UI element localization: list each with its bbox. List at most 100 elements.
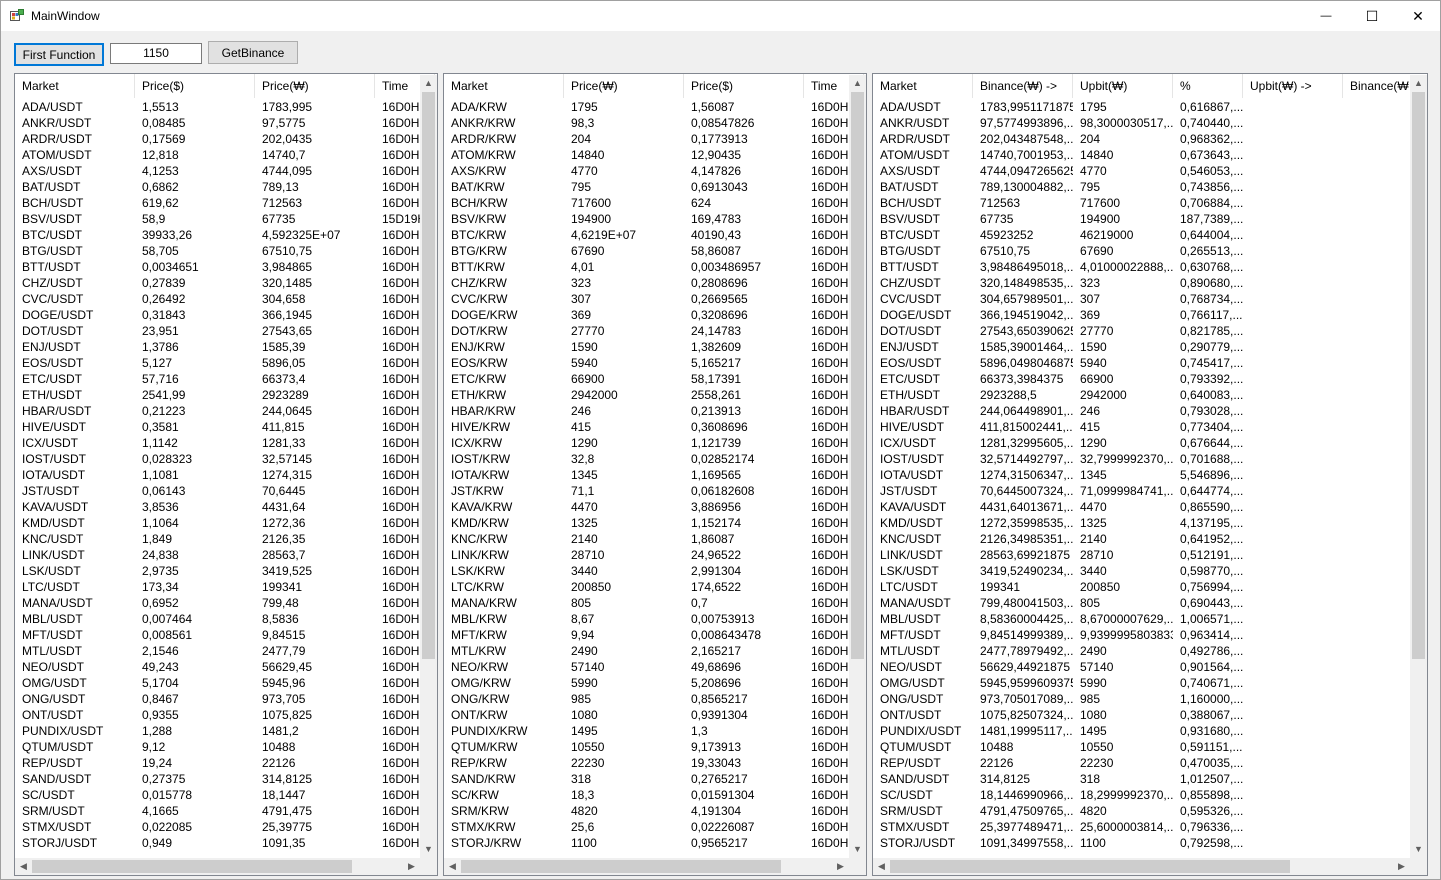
vertical-scrollbar[interactable]: ▲ ▼ [420,75,437,858]
table-cell [1243,243,1343,259]
get-binance-button[interactable]: GetBinance [208,41,298,64]
table-cell: KNC/USDT [22,532,84,546]
scroll-up-icon[interactable]: ▲ [420,75,437,92]
column-header[interactable]: Upbit(₩) -> [1243,74,1343,98]
table-cell: 202,0435 [262,132,313,146]
scroll-right-icon[interactable]: ▶ [403,858,420,875]
scroll-left-icon[interactable]: ◀ [15,858,32,875]
close-button[interactable]: ✕ [1395,1,1441,31]
table-cell: 12,90435 [691,148,742,162]
table-cell: BCH/USDT [22,196,84,210]
column-header[interactable]: % [1173,74,1243,98]
table-cell: 2,9735 [142,564,179,578]
horizontal-scrollbar[interactable]: ◀ ▶ [444,858,849,875]
table-cell: 5,546896,... [1180,468,1243,482]
table-cell: 0,821785,... [1180,324,1243,338]
title-bar[interactable]: MainWindow — ☐ ✕ [1,1,1440,31]
table-cell: 1,169565 [691,468,742,482]
scroll-left-icon[interactable]: ◀ [873,858,890,875]
table-cell: 1795 [571,100,598,114]
maximize-button[interactable]: ☐ [1349,1,1395,31]
column-header[interactable]: Price(₩) [564,74,684,98]
table-cell: 411,815002441,... [980,420,1073,434]
table-cell: 1,152174 [691,516,742,530]
vertical-scrollbar[interactable]: ▲ ▼ [1410,75,1427,858]
table-cell: 0,7 [691,596,708,610]
column-header[interactable]: Price($) [684,74,804,98]
table-cell: 0,21223 [142,404,186,418]
column-header[interactable]: Price(₩) [255,74,375,98]
scroll-down-icon[interactable]: ▼ [420,841,437,858]
table-cell: 0,2808696 [691,276,748,290]
vertical-scrollbar[interactable]: ▲ ▼ [849,75,866,858]
table-cell: 2126,34985351,... [980,532,1073,546]
column-header[interactable]: Upbit(₩) [1073,74,1173,98]
table-cell: BSV/USDT [880,212,941,226]
table-cell: 25,3977489471,... [980,820,1073,834]
table-cell: REP/USDT [22,756,83,770]
vertical-scroll-thumb[interactable] [1412,92,1425,659]
table-cell: 314,8125 [980,772,1031,786]
amount-input[interactable]: 1150 [110,43,202,64]
table-cell: HBAR/KRW [451,404,516,418]
column-header[interactable]: Market [15,74,135,98]
table-cell: 58,705 [142,244,179,258]
table-cell: LINK/USDT [880,548,943,562]
scroll-right-icon[interactable]: ▶ [1393,858,1410,875]
scrollbar-corner [1410,858,1427,875]
table-cell: 799,480041503,... [980,596,1073,610]
comparison-grid[interactable]: Market Binance(₩) -> Upbit(₩)% Upbit(₩) -> B… [872,73,1428,876]
table-cell: 1325 [571,516,598,530]
horizontal-scroll-thumb[interactable] [890,860,1290,873]
table-cell: LINK/KRW [451,548,509,562]
table-cell: 1075,825 [262,708,313,722]
column-header[interactable]: Market [444,74,564,98]
column-header[interactable]: Market [873,74,973,98]
table-cell: KAVA/KRW [451,500,513,514]
table-cell: LSK/USDT [22,564,81,578]
scroll-down-icon[interactable]: ▼ [849,841,866,858]
table-cell: 22126 [262,756,296,770]
table-cell: 3,886956 [691,500,742,514]
table-cell: NEO/USDT [880,660,943,674]
table-cell [1243,787,1343,803]
horizontal-scroll-thumb[interactable] [32,860,352,873]
horizontal-scroll-thumb[interactable] [461,860,781,873]
table-cell [1243,835,1343,851]
scroll-up-icon[interactable]: ▲ [849,75,866,92]
table-cell: 1100 [1080,836,1106,850]
table-cell: 66900 [571,372,605,386]
table-cell: MANA/USDT [880,596,951,610]
table-cell: HBAR/USDT [880,404,950,418]
binance-grid[interactable]: Market Price($) Price(₩) Time ADA/USDT 1,5513… [14,73,438,876]
table-cell: REP/USDT [880,756,941,770]
scroll-left-icon[interactable]: ◀ [444,858,461,875]
table-cell: BTT/KRW [451,260,505,274]
horizontal-scrollbar[interactable]: ◀ ▶ [873,858,1410,875]
table-cell: HIVE/USDT [880,420,945,434]
table-cell: 624 [691,196,712,210]
upbit-grid[interactable]: Market Price(₩) Price($) Time ADA/KRW 1795 1,5… [443,73,867,876]
table-cell: 1783,995 [262,100,313,114]
first-function-button[interactable]: First Function [14,43,104,66]
close-icon: ✕ [1412,7,1424,24]
vertical-scroll-thumb[interactable] [422,92,435,659]
table-cell [1243,675,1343,691]
column-header[interactable]: Price($) [135,74,255,98]
table-cell: SRM/USDT [22,804,85,818]
table-cell: 32,8 [571,452,595,466]
table-cell: BTC/KRW [451,228,507,242]
column-header[interactable]: Binance(₩) -> [973,74,1073,98]
table-cell: 4770 [1080,164,1107,178]
table-cell [1243,803,1343,819]
vertical-scroll-thumb[interactable] [851,92,864,659]
horizontal-scrollbar[interactable]: ◀ ▶ [15,858,420,875]
table-cell: 4470 [571,500,598,514]
scroll-up-icon[interactable]: ▲ [1410,75,1427,92]
scroll-down-icon[interactable]: ▼ [1410,841,1427,858]
table-cell: 0,630768,... [1180,260,1243,274]
minimize-button[interactable]: — [1303,1,1349,31]
table-cell: 9,12 [142,740,166,754]
table-cell: 24,96522 [691,548,742,562]
scroll-right-icon[interactable]: ▶ [832,858,849,875]
